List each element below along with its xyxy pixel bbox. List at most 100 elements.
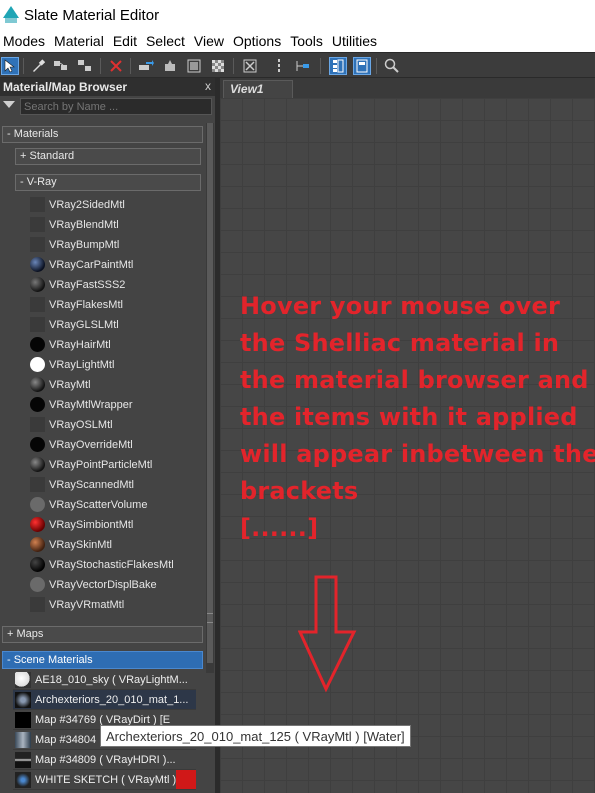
material-label: VRaySkinMtl	[49, 538, 112, 551]
material-label: VRayMtlWrapper	[49, 398, 133, 411]
menu-modes[interactable]: Modes	[0, 33, 51, 49]
annotation-text: Hover your mouse over the Shelliac materi…	[240, 288, 595, 547]
select-tree-icon[interactable]	[294, 57, 312, 75]
material-item[interactable]: VRayLightMtl	[29, 355, 203, 374]
browser-scrollbar[interactable]	[206, 123, 214, 673]
material-swatch-icon	[30, 377, 45, 392]
material-item[interactable]: VRayOSLMtl	[29, 415, 203, 434]
material-item[interactable]: VRay2SidedMtl	[29, 195, 203, 214]
assign-material-icon[interactable]	[52, 57, 70, 75]
material-item[interactable]: VRayScatterVolume	[29, 495, 203, 514]
materials-group-header[interactable]: - Materials	[2, 126, 203, 143]
material-label: VRayVRmatMtl	[49, 598, 125, 611]
material-item[interactable]: VRayBumpMtl	[29, 235, 203, 254]
close-icon[interactable]: x	[205, 79, 211, 93]
material-label: VRayOSLMtl	[49, 418, 113, 431]
annotation-line: Hover your mouse over	[240, 292, 561, 320]
material-swatch-icon	[30, 597, 45, 612]
scene-material-item[interactable]: Map #34809 ( VRayHDRI )...	[13, 750, 196, 770]
search-options-icon[interactable]	[3, 101, 15, 108]
material-item[interactable]: VRayPointParticleMtl	[29, 455, 203, 474]
menu-options[interactable]: Options	[230, 33, 287, 49]
material-tooltip: Archexteriors_20_010_mat_125 ( VRayMtl )…	[100, 725, 411, 747]
material-map-browser-panel: Material/Map Browser x - Materials + Sta…	[0, 78, 215, 793]
hide-unused-icon[interactable]	[161, 57, 179, 75]
title-bar: Slate Material Editor	[0, 0, 595, 30]
material-label: VRayBlendMtl	[49, 218, 119, 231]
move-children-icon[interactable]	[137, 57, 155, 75]
material-item[interactable]: VRayStochasticFlakesMtl	[29, 555, 203, 574]
material-swatch-icon	[30, 237, 45, 252]
scene-material-item[interactable]: WHITE SKETCH ( VRayMtl )...	[13, 770, 196, 790]
material-item[interactable]: VRayOverrideMtl	[29, 435, 203, 454]
material-swatch-icon	[30, 577, 45, 592]
material-item[interactable]: VRaySimbiontMtl	[29, 515, 203, 534]
annotation-line: brackets	[240, 477, 359, 505]
layout-children-icon[interactable]	[209, 57, 227, 75]
material-item[interactable]: VRayScannedMtl	[29, 475, 203, 494]
menu-material[interactable]: Material	[51, 33, 110, 49]
scene-material-label: AE18_010_sky ( VRayLightM...	[35, 673, 188, 686]
material-swatch-icon	[30, 417, 45, 432]
material-swatch-icon	[30, 217, 45, 232]
scene-material-label: Map #34809 ( VRayHDRI )...	[35, 753, 176, 766]
browser-title: Material/Map Browser	[3, 80, 128, 94]
material-item[interactable]: VRayFastSSS2	[29, 275, 203, 294]
material-item[interactable]: VRaySkinMtl	[29, 535, 203, 554]
annotation-line: [......]	[240, 514, 319, 542]
toolbar	[0, 52, 595, 78]
selection-highlight	[176, 770, 196, 789]
search-input[interactable]	[20, 98, 212, 115]
material-item[interactable]: VRayCarPaintMtl	[29, 255, 203, 274]
scrollbar-thumb[interactable]	[207, 123, 213, 663]
standard-group-header[interactable]: + Standard	[15, 148, 201, 165]
menu-select[interactable]: Select	[143, 33, 191, 49]
zoom-extents-icon[interactable]	[383, 57, 401, 75]
menu-edit[interactable]: Edit	[110, 33, 143, 49]
material-label: VRayScatterVolume	[49, 498, 148, 511]
menu-view[interactable]: View	[191, 33, 230, 49]
material-label: VRayGLSLMtl	[49, 318, 119, 331]
scene-material-item[interactable]: Archexteriors_20_010_mat_1...	[13, 690, 196, 710]
scene-materials-header[interactable]: - Scene Materials	[2, 651, 203, 669]
parameter-editor-icon[interactable]	[353, 57, 371, 75]
material-item[interactable]: VRayMtlWrapper	[29, 395, 203, 414]
material-item[interactable]: VRayGLSLMtl	[29, 315, 203, 334]
material-item[interactable]: VRayVRmatMtl	[29, 595, 203, 614]
material-swatch-icon	[30, 397, 45, 412]
delete-icon[interactable]	[107, 57, 125, 75]
material-item[interactable]: VRayFlakesMtl	[29, 295, 203, 314]
layout-all-icon[interactable]	[185, 57, 203, 75]
material-label: VRayBumpMtl	[49, 238, 120, 251]
material-map-browser-icon[interactable]	[329, 57, 347, 75]
material-label: VRayOverrideMtl	[49, 438, 133, 451]
material-label: VRayScannedMtl	[49, 478, 134, 491]
scrollbar-grip-icon	[207, 613, 213, 623]
tab-view1[interactable]: View1	[223, 80, 293, 98]
material-label: VRaySimbiontMtl	[49, 518, 134, 531]
menu-utilities[interactable]: Utilities	[329, 33, 383, 49]
material-item[interactable]: VRayHairMtl	[29, 335, 203, 354]
nav-icon[interactable]	[270, 57, 288, 75]
app-logo-icon	[3, 6, 19, 24]
material-item[interactable]: VRayVectorDisplBake	[29, 575, 203, 594]
scene-material-label: Map #34769 ( VRayDirt ) [E	[35, 713, 171, 726]
show-background-icon[interactable]	[241, 57, 259, 75]
material-label: VRay2SidedMtl	[49, 198, 125, 211]
maps-group-header[interactable]: + Maps	[2, 626, 203, 643]
vray-group-header[interactable]: - V-Ray	[15, 174, 201, 191]
material-item[interactable]: VRayMtl	[29, 375, 203, 394]
eyedropper-icon[interactable]	[29, 57, 47, 75]
material-item[interactable]: VRayBlendMtl	[29, 215, 203, 234]
material-swatch-icon	[30, 437, 45, 452]
material-label: VRayFastSSS2	[49, 278, 126, 291]
scene-material-item[interactable]: AE18_010_sky ( VRayLightM...	[13, 670, 196, 690]
menu-tools[interactable]: Tools	[287, 33, 329, 49]
put-to-scene-icon[interactable]	[76, 57, 94, 75]
material-swatch-icon	[30, 537, 45, 552]
material-swatch-icon	[30, 277, 45, 292]
browser-title-bar: Material/Map Browser x	[0, 78, 215, 96]
material-swatch-icon	[30, 517, 45, 532]
material-swatch-icon	[30, 477, 45, 492]
select-arrow-icon[interactable]	[1, 57, 19, 75]
